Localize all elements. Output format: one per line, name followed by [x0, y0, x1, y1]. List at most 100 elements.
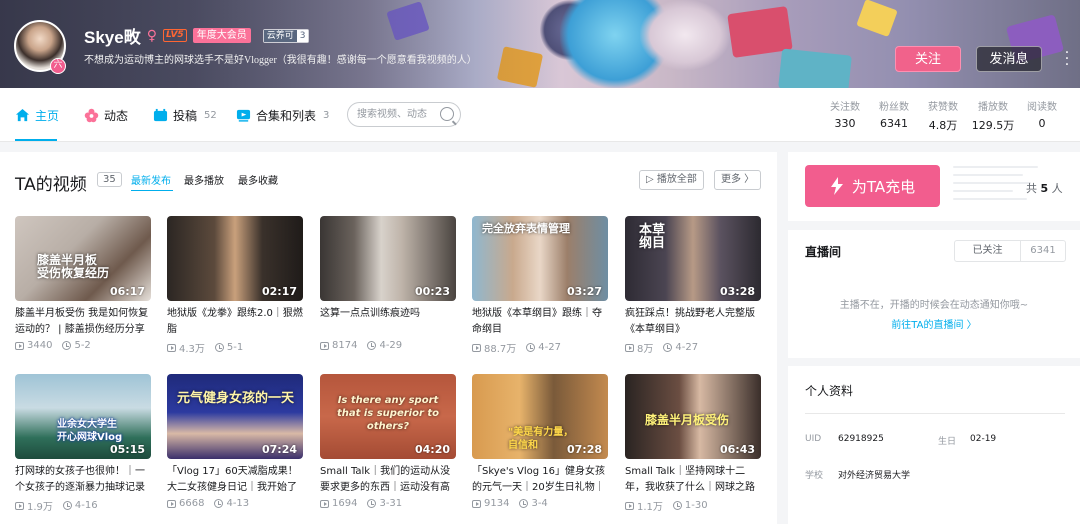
publish-date: 4-27 — [663, 340, 698, 355]
video-card[interactable]: "美是有力量， 自信和 07:28 「Skye's Vlog 16」健身女孩的元… — [472, 374, 608, 509]
birthday-value: 02-19 — [970, 434, 997, 444]
sort-most-fav[interactable]: 最多收藏 — [238, 172, 278, 187]
stat-label: 关注数 — [830, 102, 860, 113]
video-card[interactable]: 膝盖半月板受伤 06:43 Small Talk｜坚持网球十二年，我收获了什么｜… — [625, 374, 761, 513]
play-all-label: 播放全部 — [656, 174, 697, 185]
video-title[interactable]: 「Vlog 17」60天减脂成果！大二女孩健身日记｜我开始了 — [167, 464, 303, 495]
video-card[interactable]: Is there any sport that is superior to o… — [320, 374, 456, 509]
stat-reads: 阅读数 0 — [1017, 98, 1067, 130]
video-card[interactable]: 元气健身女孩的一天 07:24 「Vlog 17」60天减脂成果！大二女孩健身日… — [167, 374, 303, 509]
charge-label: 为TA充电 — [851, 177, 916, 196]
sort-most-played[interactable]: 最多播放 — [184, 172, 224, 187]
live-title: 直播间 — [805, 245, 842, 259]
uid-label: UID — [805, 434, 822, 444]
video-duration: 03:28 — [719, 285, 755, 298]
user-signature: 不想成为运动博主的网球选手不是好Vlogger（我很有趣！感谢每一个愿意看我视频… — [84, 55, 477, 66]
video-card[interactable]: 膝盖半月板 受伤恢复经历 06:17 膝盖半月板受伤 我是如何恢复运动的？ | … — [15, 216, 151, 351]
school-value[interactable]: 对外经济贸易大学 — [838, 468, 910, 481]
video-duration: 02:17 — [261, 285, 297, 298]
character-decoration — [640, 0, 730, 70]
video-title[interactable]: 疯狂踩点！挑战野老人完整版《本草纲目》 — [625, 306, 761, 337]
video-thumbnail[interactable]: 业余女大学生 开心网球Vlog 05:15 — [15, 374, 151, 459]
video-title[interactable]: 打网球的女孩子也很帅！｜一个女孩子的逐渐暴力抽球记录 — [15, 464, 151, 495]
profile-info-panel: 个人资料 UID 62918925 生日 02-19 学校 对外经济贸易大学 — [788, 366, 1080, 524]
tab-home[interactable]: 主页 — [15, 88, 59, 142]
video-duration: 07:28 — [566, 443, 602, 456]
video-thumbnail[interactable]: 完全放弃表情管理 03:27 — [472, 216, 608, 301]
tab-home-label: 主页 — [35, 108, 60, 123]
video-title[interactable]: Small Talk｜坚持网球十二年，我收获了什么｜网球之路 — [625, 464, 761, 495]
video-title[interactable]: 这算一点点训练痕迹吗 — [320, 306, 456, 337]
video-thumbnail[interactable]: "美是有力量， 自信和 07:28 — [472, 374, 608, 459]
video-title[interactable]: Small Talk｜我们的运动从没要求更多的东西｜运动没有高 — [320, 464, 456, 495]
search-input[interactable]: 搜索视频、动态 — [347, 102, 461, 127]
video-card[interactable]: 业余女大学生 开心网球Vlog 05:15 打网球的女孩子也很帅！｜一个女孩子的… — [15, 374, 151, 513]
video-duration: 06:43 — [719, 443, 755, 456]
tab-dynamic[interactable]: 动态 — [84, 88, 128, 142]
video-title[interactable]: 地狱版《本草纲目》跟练｜夺命纲目 — [472, 306, 608, 337]
fan-medal-level: 3 — [296, 29, 309, 42]
username[interactable]: Skye畋 — [84, 23, 141, 48]
fan-medal[interactable]: 云养可 3 — [262, 28, 310, 43]
video-thumbnail[interactable]: 膝盖半月板 受伤恢复经历 06:17 — [15, 216, 151, 301]
view-count: 3440 — [15, 340, 52, 351]
video-thumbnail[interactable]: 元气健身女孩的一天 07:24 — [167, 374, 303, 459]
thumbnail-caption: 膝盖半月板受伤 — [645, 413, 730, 427]
follow-button[interactable]: 关注 — [895, 46, 961, 72]
videos-title[interactable]: TA的视频 — [15, 170, 87, 195]
live-follow-button[interactable]: 已关注 6341 — [954, 240, 1066, 262]
play-count-icon — [320, 499, 329, 508]
video-thumbnail[interactable]: Is there any sport that is superior to o… — [320, 374, 456, 459]
clock-icon — [519, 499, 529, 508]
play-count-icon — [320, 341, 329, 350]
tab-posts[interactable]: 投稿 52 — [153, 88, 217, 142]
view-count: 8万 — [625, 340, 653, 355]
video-thumbnail[interactable]: 00:23 — [320, 216, 456, 301]
play-all-button[interactable]: ▷ 播放全部 — [639, 170, 704, 190]
tab-collections[interactable]: 合集和列表 3 — [236, 88, 329, 142]
vip-badge[interactable]: 年度大会员 — [192, 28, 251, 43]
sort-latest[interactable]: 最新发布 — [131, 172, 171, 187]
video-card[interactable]: 完全放弃表情管理 03:27 地狱版《本草纲目》跟练｜夺命纲目 88.7万 4-2… — [472, 216, 608, 355]
gift-decoration — [856, 0, 898, 37]
video-thumbnail[interactable]: 02:17 — [167, 216, 303, 301]
go-to-live-room-link[interactable]: 前往TA的直播间 〉 — [788, 316, 1080, 331]
video-title[interactable]: 「Skye's Vlog 16」健身女孩的元气一天｜20岁生日礼物｜ — [472, 464, 608, 495]
more-button[interactable]: 更多 〉 — [714, 170, 762, 190]
publish-date: 4-16 — [62, 498, 98, 513]
thumbnail-caption: "美是有力量， 自信和 — [508, 427, 574, 451]
search-icon[interactable] — [440, 107, 454, 121]
videos-count: 35 — [97, 172, 122, 187]
thumbnail-caption: 膝盖半月板 受伤恢复经历 — [37, 253, 110, 280]
video-thumbnail[interactable]: 本草 纲目 03:28 — [625, 216, 761, 301]
profile-banner: 六 Skye畋 ♀ LV5 年度大会员 云养可 3 不想成为运动博主的网球选手不… — [0, 0, 1080, 88]
video-title[interactable]: 地狱版《龙拳》跟练2.0｜狠燃脂 — [167, 306, 303, 337]
gift-decoration — [778, 48, 852, 88]
live-room-panel: 直播间 已关注 6341 主播不在，开播的时候会在动态通知你哦~ 前往TA的直播… — [788, 230, 1080, 358]
video-card[interactable]: 00:23 这算一点点训练痕迹吗 8174 4-29 — [320, 216, 456, 351]
video-thumbnail[interactable]: 膝盖半月板受伤 06:43 — [625, 374, 761, 459]
publish-date: 3-4 — [519, 498, 548, 509]
message-button[interactable]: 发消息 — [976, 46, 1042, 72]
publish-date: 4-29 — [367, 340, 402, 351]
play-count-icon — [625, 343, 634, 352]
charge-button[interactable]: 为TA充电 — [805, 165, 940, 207]
clock-icon — [663, 343, 673, 352]
publish-date: 4-27 — [526, 340, 561, 355]
view-count: 1.9万 — [15, 498, 53, 513]
stat-label: 获赞数 — [928, 102, 958, 113]
video-title[interactable]: 膝盖半月板受伤 我是如何恢复运动的？ | 膝盖损伤经历分享 — [15, 306, 151, 337]
video-duration: 06:17 — [109, 285, 145, 298]
play-count-icon — [15, 341, 24, 350]
stat-followers[interactable]: 粉丝数 6341 — [869, 98, 919, 130]
play-count-icon — [167, 499, 176, 508]
view-count: 88.7万 — [472, 340, 516, 355]
stat-following[interactable]: 关注数 330 — [820, 98, 870, 130]
play-count-icon — [472, 499, 481, 508]
thumbnail-caption: 本草 纲目 — [639, 223, 666, 251]
view-count: 9134 — [472, 498, 509, 509]
profile-nav: 主页 动态 投稿 52 合集和列表 3 搜索视频、动态 关注数 330 粉丝数 … — [0, 88, 1080, 142]
video-card[interactable]: 本草 纲目 03:28 疯狂踩点！挑战野老人完整版《本草纲目》 8万 4-27 — [625, 216, 761, 355]
video-card[interactable]: 02:17 地狱版《龙拳》跟练2.0｜狠燃脂 4.3万 5-1 — [167, 216, 303, 355]
more-options-icon[interactable]: · · · — [1064, 46, 1070, 72]
